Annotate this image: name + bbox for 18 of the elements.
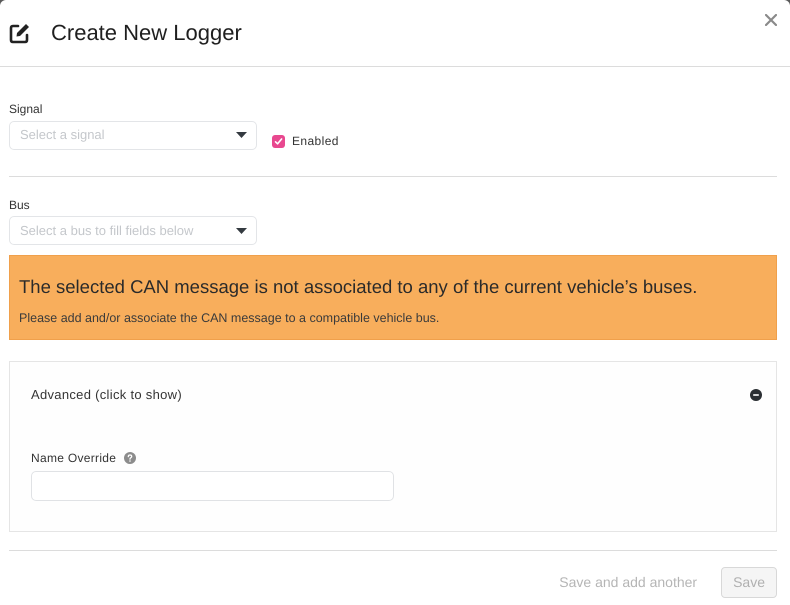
edit-icon xyxy=(9,22,31,44)
advanced-toggle[interactable]: Advanced (click to show) xyxy=(31,385,182,404)
bus-label: Bus xyxy=(9,197,30,213)
caret-icon xyxy=(236,132,247,138)
name-override-field[interactable] xyxy=(31,470,394,500)
name-override-label: Name Override xyxy=(31,450,116,466)
alert-heading: The selected CAN message is not associated to any of the current vehicle’s buses. xyxy=(19,276,698,298)
help-icon[interactable] xyxy=(124,452,136,464)
alert-message: Please add and/or associate the CAN message to a compatible vehicle bus. xyxy=(19,310,440,326)
dialog-title: Create New Logger xyxy=(51,19,242,47)
signal-select[interactable]: Select a signal xyxy=(9,120,257,150)
bus-select[interactable]: Select a bus to fill fields below xyxy=(9,216,257,245)
enabled-checkbox[interactable] xyxy=(272,134,285,148)
caret-icon xyxy=(236,228,247,234)
signal-label: Signal xyxy=(9,101,42,117)
minus-circle-icon[interactable] xyxy=(750,388,762,401)
close-button[interactable] xyxy=(764,13,778,27)
enabled-label: Enabled xyxy=(292,133,339,150)
